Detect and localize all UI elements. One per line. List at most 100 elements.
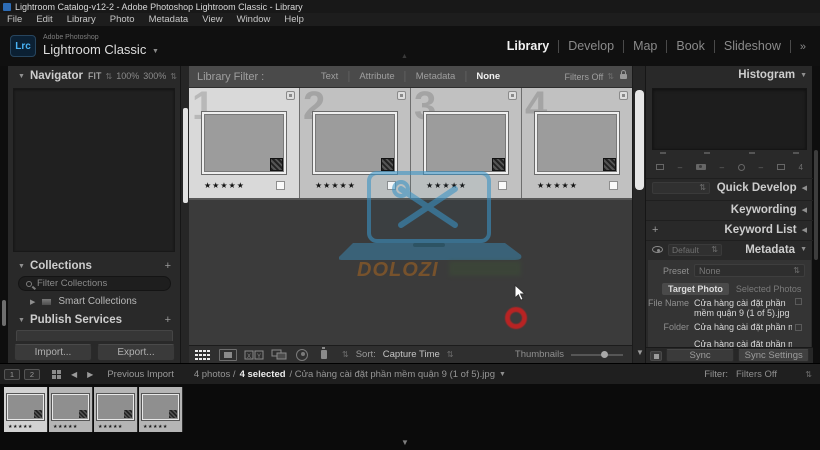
module-book[interactable]: Book [667,40,715,53]
filters-dropdown-icon[interactable]: ⇅ [607,72,614,81]
sync-button[interactable]: Sync [666,349,735,362]
zoom-100[interactable]: 100% [116,71,139,81]
metadata-status-icon[interactable] [609,181,618,190]
go-to-grid-icon[interactable] [52,370,61,379]
menu-help[interactable]: Help [277,14,311,25]
add-publish-service-icon[interactable]: + [165,314,171,326]
histogram-display[interactable] [652,88,807,150]
file-name-value[interactable]: Cửa hàng cài đặt phần mềm quận 9 (1 of 5… [694,298,792,318]
metadata-status-icon[interactable] [387,181,396,190]
grid-view-icon[interactable] [194,349,212,361]
module-develop[interactable]: Develop [559,40,624,53]
filter-state-control[interactable]: Filters Off ⇅ [564,72,632,82]
photo-thumbnail[interactable] [7,394,44,420]
import-button[interactable]: Import... [14,344,92,361]
grid-cell-2[interactable]: 2 ★★★★★ [300,88,411,198]
photo-thumbnail[interactable] [142,394,179,420]
add-collection-icon[interactable]: + [165,260,171,272]
cell-corner-icon[interactable] [286,91,295,100]
metadata-status-icon[interactable] [498,181,507,190]
filmstrip-thumb-1[interactable]: ★★★★★ [4,387,48,432]
identity-dropdown-icon[interactable]: ▼ [152,48,159,55]
photo-thumbnail[interactable] [97,394,134,420]
compare-view-icon[interactable]: XY [244,349,264,361]
edit-field-icon[interactable] [795,298,802,305]
filmstrip-thumb-4[interactable]: ★★★★★ [139,387,183,432]
expand-left-icon[interactable]: ◀ [802,184,807,192]
menu-edit[interactable]: Edit [29,14,59,25]
painter-tool-icon[interactable] [321,350,327,359]
menu-window[interactable]: Window [230,14,278,25]
filter-tab-metadata[interactable]: Metadata [406,71,467,82]
saved-preset-dropdown[interactable]: ⇅ [652,182,710,194]
sidebar-item-smart-collections[interactable]: ▶ Smart Collections [8,294,181,309]
right-panel-toggle[interactable] [814,150,818,260]
zoom-fit[interactable]: FIT [88,71,102,81]
filmstrip-thumb-2[interactable]: ★★★★★ [49,387,93,432]
navigator-preview[interactable] [13,88,175,252]
photo-badge-icon[interactable] [381,158,394,171]
loupe-view-icon[interactable] [219,349,237,361]
right-panel-edge[interactable] [812,66,820,363]
metadata-header[interactable]: Default ⇅ Metadata ▼ [646,240,813,258]
sort-direction-icon[interactable]: ⇅ [342,350,349,359]
filmstrip-breadcrumb[interactable]: 4 photos / 4 selected / Cửa hàng cài đặt… [194,369,506,380]
expand-triangle-icon[interactable]: ▶ [30,298,35,306]
filter-tab-attribute[interactable]: Attribute [349,71,405,82]
module-map[interactable]: Map [624,40,667,53]
main-window-button[interactable]: 1 [4,369,20,380]
go-to-folder-icon[interactable] [795,324,802,331]
filter-tab-text[interactable]: Text [311,71,349,82]
keywording-header[interactable]: Keywording ◀ [646,200,813,218]
module-library[interactable]: Library [498,40,559,53]
menu-metadata[interactable]: Metadata [142,14,196,25]
preset-dropdown[interactable]: None ⇅ [694,264,805,277]
filmstrip-filter-dropdown-icon[interactable]: ⇅ [805,370,812,379]
grid-cell-3[interactable]: 3 ★★★★★ [411,88,522,198]
photo-badge-icon[interactable] [603,158,616,171]
histogram-header[interactable]: Histogram ▼ [646,66,813,84]
add-keyword-icon[interactable]: + [652,224,658,236]
eye-icon[interactable] [652,246,663,253]
autosync-switch-icon[interactable] [650,351,662,361]
collections-header[interactable]: ▼ Collections + [8,258,181,274]
navigator-header[interactable]: ▼ Navigator FIT ⇅ 100% 300% ⇅ [8,66,181,86]
filmstrip-toggle-icon[interactable]: ▼ [401,438,409,447]
photo-thumbnail[interactable] [202,112,286,174]
filmstrip-source[interactable]: Previous Import [107,369,174,380]
tab-target-photo[interactable]: Target Photo [662,283,729,295]
filters-state-label[interactable]: Filters Off [564,72,603,82]
menu-library[interactable]: Library [60,14,103,25]
zoom-fit-toggle-icon[interactable]: ⇅ [105,72,112,81]
menu-photo[interactable]: Photo [103,14,142,25]
back-arrow-icon[interactable]: ◀ [71,370,77,379]
thumbnail-size-slider[interactable] [571,354,623,356]
publish-services-header[interactable]: ▼ Publish Services + [8,312,181,328]
left-panel-toggle[interactable] [2,300,6,326]
collapse-triangle-icon[interactable]: ▼ [18,263,25,270]
grid-cell-4[interactable]: 4 ★★★★★ [522,88,632,198]
photo-thumbnail[interactable] [535,112,619,174]
star-rating[interactable]: ★★★★★ [426,181,467,190]
keyword-list-header[interactable]: + Keyword List ◀ [646,220,813,238]
export-button[interactable]: Export... [97,344,175,361]
cell-corner-icon[interactable] [619,91,628,100]
collapse-triangle-icon[interactable]: ▼ [800,246,807,253]
expand-left-icon[interactable]: ◀ [802,226,807,234]
zoom-300[interactable]: 300% [143,71,166,81]
star-rating[interactable]: ★★★★★ [315,181,356,190]
publish-service-item-clipped[interactable] [16,330,173,341]
survey-view-icon[interactable] [271,349,289,361]
cell-corner-icon[interactable] [508,91,517,100]
toolbar-chevron-icon[interactable]: ▼ [636,348,644,357]
filmstrip-thumb-3[interactable]: ★★★★★ [94,387,138,432]
filter-tab-none[interactable]: None [466,71,510,82]
metadata-status-icon[interactable] [276,181,285,190]
collapse-triangle-icon[interactable]: ▼ [18,73,25,80]
slider-knob[interactable] [601,351,608,358]
grid-scrollbar[interactable] [635,90,644,190]
photo-thumbnail[interactable] [313,112,397,174]
filter-lock-icon[interactable] [620,74,627,79]
cell-corner-icon[interactable] [397,91,406,100]
star-rating[interactable]: ★★★★★ [537,181,578,190]
